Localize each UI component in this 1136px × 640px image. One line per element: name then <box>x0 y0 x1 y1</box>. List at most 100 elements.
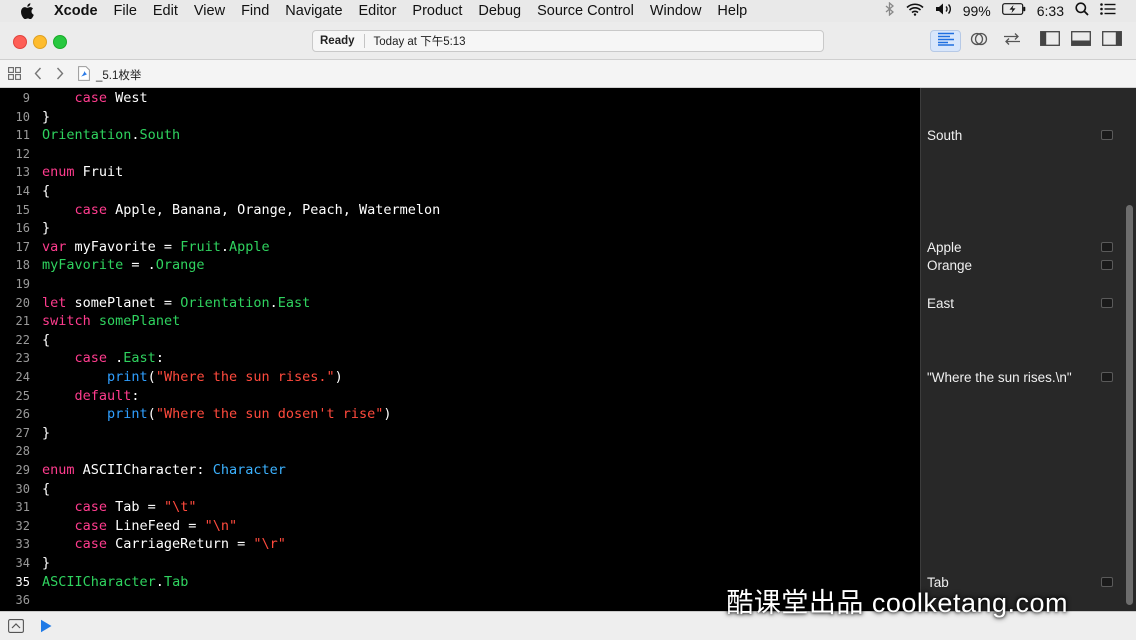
code-token: ( <box>147 406 156 423</box>
code-line[interactable]: 12 <box>0 145 920 164</box>
menu-file[interactable]: File <box>114 3 137 19</box>
quick-look-result-button[interactable] <box>1101 241 1113 252</box>
code-line[interactable]: 29 enum ASCIICharacter: Character <box>0 461 920 480</box>
code-line[interactable]: 31 case Tab = "\t" <box>0 498 920 517</box>
code-text: default: <box>42 387 140 406</box>
related-items-grid-icon[interactable] <box>8 67 21 83</box>
code-line[interactable]: 22 { <box>0 331 920 350</box>
code-line[interactable]: 25 default: <box>0 387 920 406</box>
line-number: 22 <box>15 332 30 347</box>
toggle-debug-area-button[interactable] <box>1067 30 1095 52</box>
menu-bar: Xcode File Edit View Find Navigate Edito… <box>0 0 1136 22</box>
code-line[interactable]: 14 { <box>0 182 920 201</box>
apple-menu-icon[interactable] <box>20 3 40 19</box>
code-line[interactable]: 10} <box>0 108 920 127</box>
code-text: case CarriageReturn = "\r" <box>42 535 286 554</box>
code-token: ) <box>334 369 343 385</box>
code-token: "\t" <box>163 499 197 516</box>
quick-look-result-button[interactable] <box>1101 260 1113 271</box>
quick-look-result-button[interactable] <box>1101 576 1113 587</box>
toggle-navigator-button[interactable] <box>1036 30 1064 52</box>
assistant-editor-button[interactable] <box>963 30 994 52</box>
battery-icon[interactable] <box>1001 3 1026 19</box>
code-line[interactable]: 9 case West <box>0 89 920 108</box>
debug-area-panel-icon <box>1071 31 1091 51</box>
wifi-icon[interactable] <box>906 3 924 20</box>
menu-app-name[interactable]: Xcode <box>54 3 98 19</box>
code-token: } <box>42 424 51 441</box>
menu-window[interactable]: Window <box>650 3 702 19</box>
zoom-window-button[interactable] <box>53 35 67 49</box>
code-line[interactable]: 20 let somePlanet = Orientation.East <box>0 294 920 313</box>
toggle-utilities-button[interactable] <box>1098 30 1126 52</box>
code-line[interactable]: 21 switch somePlanet <box>0 312 920 331</box>
result-value: South <box>927 128 963 144</box>
forward-chevron-icon[interactable] <box>56 67 64 83</box>
code-text: let somePlanet = Orientation.East <box>42 294 310 313</box>
result-row: Apple <box>921 238 1136 257</box>
code-text: case West <box>42 89 148 108</box>
version-editor-icon <box>1002 32 1022 51</box>
quick-look-result-button[interactable] <box>1101 130 1113 141</box>
menu-source-control[interactable]: Source Control <box>537 3 634 19</box>
quick-look-result-button[interactable] <box>1101 297 1113 308</box>
code-line[interactable]: 34} <box>0 554 920 573</box>
notification-center-icon[interactable] <box>1100 3 1116 19</box>
code-line[interactable]: 24 print("Where the sun rises.") <box>0 368 920 387</box>
spotlight-search-icon[interactable] <box>1075 2 1089 20</box>
code-line[interactable]: 16} <box>0 219 920 238</box>
editor-scrollbar[interactable] <box>1126 205 1133 605</box>
code-line[interactable]: 13 enum Fruit <box>0 163 920 182</box>
result-row: South <box>921 126 1136 145</box>
code-line[interactable]: 23 case .East: <box>0 349 920 368</box>
code-token: case <box>74 90 108 106</box>
code-line[interactable]: 27} <box>0 424 920 443</box>
menu-help[interactable]: Help <box>717 3 747 19</box>
clock[interactable]: 6:33 <box>1037 3 1064 19</box>
code-line[interactable]: 18 myFavorite = .Orange <box>0 256 920 275</box>
menu-debug[interactable]: Debug <box>478 3 521 19</box>
quick-look-result-button[interactable] <box>1101 372 1113 382</box>
activity-status-detail: Today at 下午5:13 <box>373 36 466 48</box>
close-window-button[interactable] <box>13 35 27 49</box>
code-token: Tab = <box>107 499 164 516</box>
volume-icon[interactable] <box>935 2 952 20</box>
menu-navigate[interactable]: Navigate <box>285 3 342 19</box>
hide-debug-area-button[interactable] <box>8 619 24 638</box>
run-playground-play-icon[interactable] <box>40 619 52 638</box>
code-line[interactable]: 17 var myFavorite = Fruit.Apple <box>0 238 920 257</box>
line-number: 23 <box>15 351 30 366</box>
code-token: Fruit <box>74 164 124 181</box>
line-number: 19 <box>15 277 30 291</box>
code-editor[interactable]: 9 case West 10} 11 Orientation.South 12 13 enu… <box>0 88 920 611</box>
code-line[interactable]: 19 <box>0 275 920 294</box>
code-token: ) <box>383 406 392 423</box>
code-line[interactable]: 28 <box>0 442 920 461</box>
line-number: 12 <box>15 146 30 161</box>
menu-editor[interactable]: Editor <box>359 3 397 19</box>
code-line[interactable]: 26 print("Where the sun dosen't rise") <box>0 405 920 424</box>
code-line[interactable]: 15 case Apple, Banana, Orange, Peach, Wa… <box>0 201 920 220</box>
menu-product[interactable]: Product <box>412 3 462 19</box>
result-value: "Where the sun rises.\n" <box>927 370 1072 385</box>
line-number: 29 <box>15 463 30 477</box>
standard-editor-button[interactable] <box>930 30 961 52</box>
jump-bar-file-name[interactable]: _5.1枚举 <box>96 67 141 83</box>
code-line[interactable]: 33 case CarriageReturn = "\r" <box>0 535 920 554</box>
menu-view[interactable]: View <box>194 3 225 19</box>
code-token: Orange <box>155 257 205 274</box>
menu-find[interactable]: Find <box>241 3 269 19</box>
menu-edit[interactable]: Edit <box>153 3 178 19</box>
bluetooth-icon[interactable] <box>885 1 895 20</box>
line-number: 20 <box>15 295 30 310</box>
code-line[interactable]: 30 { <box>0 480 920 499</box>
minimize-window-button[interactable] <box>33 35 47 49</box>
back-chevron-icon[interactable] <box>34 67 42 83</box>
version-editor-button[interactable] <box>996 30 1027 52</box>
code-token: : <box>131 387 140 404</box>
code-line[interactable]: 32 case LineFeed = "\n" <box>0 517 920 536</box>
code-line[interactable]: 11 Orientation.South <box>0 126 920 145</box>
code-token: } <box>42 555 51 571</box>
